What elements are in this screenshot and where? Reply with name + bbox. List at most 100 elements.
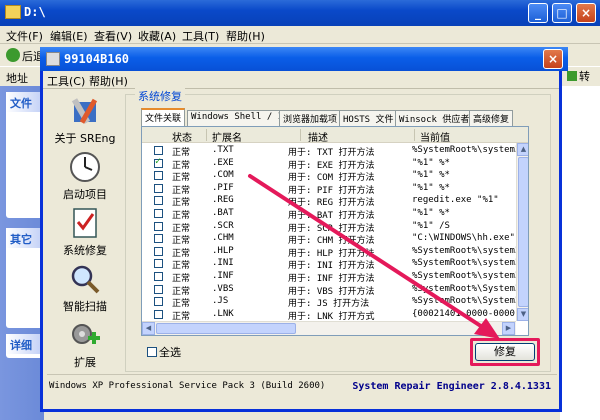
sidebar-item-startup[interactable]: 启动项目 [47,148,123,208]
dialog-close-button[interactable]: × [543,49,563,69]
menu-help[interactable]: 帮助(H) [226,28,265,44]
scroll-up-icon[interactable]: ▲ [517,143,528,156]
scroll-right-icon[interactable]: ▶ [502,322,515,335]
row-checkbox[interactable] [154,234,163,244]
extension-cell: .BAT [212,208,234,218]
row-checkbox[interactable] [154,171,163,181]
checkbox-box[interactable] [147,347,157,357]
row-checkbox[interactable] [154,297,163,307]
maximize-button[interactable]: □ [552,3,572,23]
row-checkbox[interactable] [154,309,163,319]
panel-header[interactable]: 其它 [6,228,40,248]
back-icon[interactable] [6,48,20,62]
clock-icon [70,152,100,182]
tab-advanced-repair[interactable]: 高级修复 [469,110,514,126]
table-row[interactable]: 正常.INF用于: INF 打开方法%SystemRoot%\system32\ [142,270,516,284]
explorer-title: D:\ [24,5,46,19]
extension-cell: .SCR [212,220,234,231]
repair-button[interactable]: 修复 [475,343,535,361]
panel-header[interactable]: 文件 [6,92,40,112]
value-cell: "%1" %* [412,208,450,218]
menu-view[interactable]: 查看(V) [94,28,132,44]
menu-help[interactable]: 帮助(H) [89,73,128,89]
column-separator[interactable] [206,129,207,141]
sidebar-label: 扩展 [74,356,96,369]
row-checkbox[interactable] [154,259,163,269]
table-row[interactable]: 正常.JS用于: JS 打开方法%SystemRoot%\System32\ [142,295,516,309]
table-row[interactable]: 正常 .SCR 用于: SCR 打开方法 "%1" /S [142,220,516,234]
table-row[interactable]: 正常.CHM用于: CHM 打开方法"C:\WINDOWS\hh.exe" %1 [142,232,516,246]
tab-file-association[interactable]: 文件关联 [141,108,186,126]
table-row[interactable]: 正常.INI用于: INI 打开方法%SystemRoot%\system32\ [142,257,516,271]
extension-cell: .TXT [212,145,234,155]
value-cell: "%1" %* [412,182,450,193]
extension-cell: .COM [212,170,234,181]
tab-windows-shell-ie[interactable]: Windows Shell / IE [187,110,293,126]
row-checkbox[interactable] [154,183,163,193]
table-row[interactable]: 正常 .PIF 用于: PIF 打开方法 "%1" %* [142,182,516,196]
menu-tools[interactable]: 工具(T) [182,28,219,44]
row-checkbox[interactable] [154,221,163,231]
panel-header[interactable]: 详细 [6,334,40,354]
menu-tools[interactable]: 工具(C) [47,73,85,89]
minimize-button[interactable]: _ [528,3,548,23]
dialog-titlebar: 99104B160 × [40,47,568,71]
table-row[interactable]: 正常 .REG 用于: REG 打开方法 regedit.exe "%1" [142,194,516,208]
table-row[interactable]: 正常.VBS用于: VBS 打开方法%SystemRoot%\System32\ [142,283,516,297]
column-description[interactable]: 描述 [308,129,328,144]
extension-cell: .HLP [212,245,234,256]
horizontal-scrollbar[interactable]: ◀ ▶ [142,321,516,335]
column-extension[interactable]: 扩展名 [212,129,242,144]
scroll-left-icon[interactable]: ◀ [142,322,155,335]
tab-browser-addons[interactable]: 浏览器加载项 [279,110,342,126]
extension-cell: .INI [212,258,234,269]
table-row[interactable]: 正常 .BAT 用于: BAT 打开方法 "%1" %* [142,207,516,221]
sidebar-item-about[interactable]: 关于 SREng [47,92,123,152]
row-checkbox[interactable] [154,156,163,168]
row-checkbox[interactable] [154,284,163,294]
sidebar-item-system-repair[interactable]: 系统修复 [47,204,123,264]
value-cell: %SystemRoot%\system32\ [412,245,516,256]
select-all-checkbox[interactable]: 全选 [147,344,181,360]
tab-hosts-file[interactable]: HOSTS 文件 [339,110,398,126]
sidebar-item-smart-scan[interactable]: 智能扫描 [47,260,123,320]
table-row[interactable]: 正常 .LNK 用于: LNK 打开方式 {00021401-0000-0000-C0 [142,308,516,322]
column-current-value[interactable]: 当前值 [420,129,450,144]
row-checkbox[interactable] [154,272,163,281]
extension-cell: .INF [212,271,234,281]
value-cell: %SystemRoot%\system32\ [412,258,516,269]
sidebar: 关于 SREng 启动项目 系统修复 智能扫描 扩展 [47,92,123,372]
list-header: 状态 扩展名 描述 当前值 [142,127,528,144]
app-icon [46,52,60,66]
value-cell: "C:\WINDOWS\hh.exe" %1 [412,233,516,244]
value-cell: %SystemRoot%\System32\ [412,296,516,307]
menu-edit[interactable]: 编辑(E) [50,28,88,44]
tab-winsock[interactable]: Winsock 供应者 [395,110,474,126]
extension-cell: .PIF [212,182,234,193]
group-title: 系统修复 [135,88,185,104]
value-cell: %SystemRoot%\System32\ [412,283,516,294]
table-row[interactable]: 正常.HLP用于: HLP 打开方法%SystemRoot%\system32\ [142,245,516,259]
table-row[interactable]: 正常 .COM 用于: COM 打开方法 "%1" %* [142,169,516,183]
file-association-list[interactable]: 状态 扩展名 描述 当前值 正常 .TXT 用于: TXT 打开方法 %SystemR… [141,126,529,336]
row-checkbox[interactable] [154,196,163,206]
scroll-thumb[interactable] [156,323,296,334]
column-separator[interactable] [300,129,301,141]
row-checkbox[interactable] [154,246,163,256]
table-row[interactable]: 正常.TXT用于: TXT 打开方法%SystemRoot%\system32\ [142,144,516,158]
os-version-text: Windows XP Professional Service Pack 3 (… [49,381,326,391]
menu-file[interactable]: 文件(F) [6,28,43,44]
explorer-menubar: 文件(F) 编辑(E) 查看(V) 收藏(A) 工具(T) 帮助(H) [0,26,600,44]
table-row[interactable]: 正常.EXE用于: EXE 打开方法"%1" %* [142,156,516,171]
menu-favorites[interactable]: 收藏(A) [138,28,176,44]
row-checkbox[interactable] [154,146,163,155]
sidebar-item-extensions[interactable]: 扩展 [47,316,123,376]
row-checkbox[interactable] [154,209,163,218]
scroll-down-icon[interactable]: ▼ [517,308,528,321]
close-button[interactable]: × [576,3,596,23]
column-separator[interactable] [414,129,415,141]
column-status[interactable]: 状态 [172,129,192,144]
scroll-thumb[interactable] [518,157,528,307]
vertical-scrollbar[interactable]: ▲ ▼ [516,143,528,321]
address-label: 地址 [6,72,28,85]
